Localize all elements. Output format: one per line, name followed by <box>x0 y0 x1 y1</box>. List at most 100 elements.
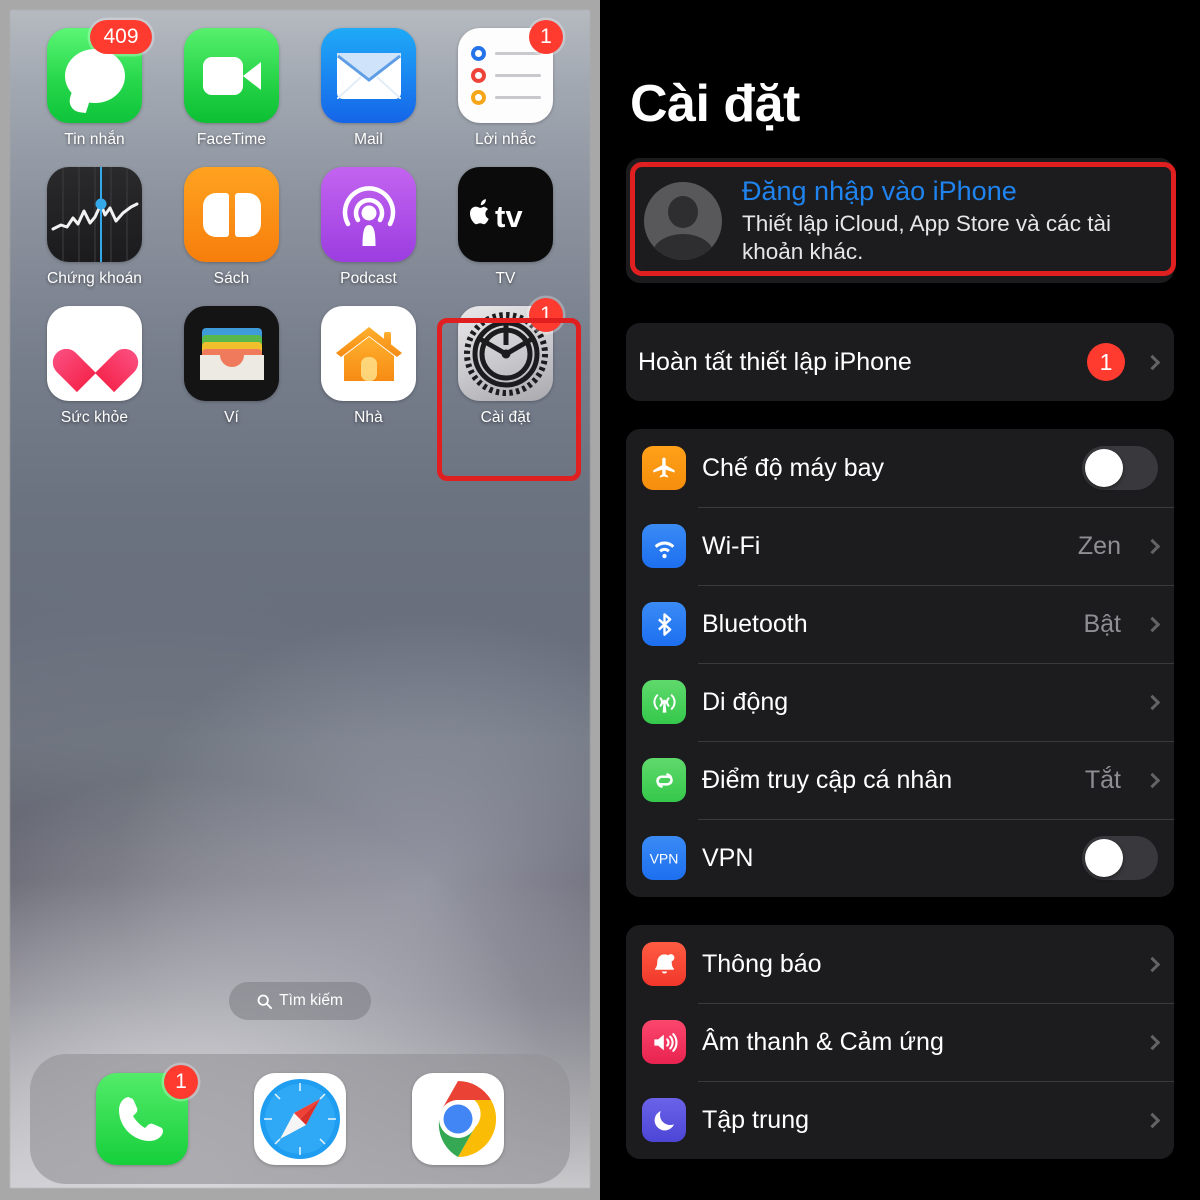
setup-group: Hoàn tất thiết lập iPhone 1 <box>626 323 1174 402</box>
compass-glyph <box>260 1079 340 1159</box>
app-vi[interactable]: Ví <box>163 306 300 427</box>
app-label: Tin nhắn <box>64 131 125 148</box>
open-book-glyph <box>202 192 261 237</box>
app-icon-wrap[interactable] <box>321 306 416 401</box>
app-mail[interactable]: Mail <box>300 28 437 149</box>
chevron-right-icon <box>1144 616 1161 632</box>
search-area: Tìm kiếm <box>10 982 590 1020</box>
row-value: Bật <box>1083 609 1121 638</box>
app-tin-nhan[interactable]: 409 Tin nhắn <box>26 20 163 149</box>
chrome-logo-glyph <box>420 1080 497 1158</box>
person-avatar-icon <box>644 181 722 260</box>
badge-count: 1 <box>164 1065 198 1099</box>
app-icon-wrap[interactable] <box>254 1073 346 1165</box>
row-label: VPN <box>702 843 754 872</box>
app-label: Mail <box>354 131 383 148</box>
notifications-group: Thông báo Âm thanh & Cảm ứng Tập trung <box>626 925 1174 1160</box>
app-icon-wrap[interactable]: 409 <box>47 20 152 123</box>
app-icon-wrap[interactable] <box>321 28 416 123</box>
bluetooth-icon <box>642 602 686 647</box>
app-suc-khoe[interactable]: Sức khỏe <box>26 306 163 427</box>
app-icon-wrap[interactable]: 1 <box>96 1065 198 1165</box>
sign-in-subtitle: Thiết lập iCloud, App Store và các tài k… <box>742 211 1111 264</box>
app-icon-wrap[interactable]: 1 <box>458 20 563 123</box>
moon-icon <box>642 1098 686 1143</box>
app-icon-wrap[interactable] <box>47 306 142 401</box>
facetime-icon[interactable] <box>184 28 279 123</box>
search-icon <box>257 994 273 1009</box>
health-icon[interactable] <box>47 306 142 401</box>
speaker-icon <box>642 1020 686 1065</box>
row-hoan-tat-thiet-lap[interactable]: Hoàn tất thiết lập iPhone 1 <box>626 323 1174 401</box>
stocks-icon[interactable] <box>47 167 142 262</box>
app-label: Chứng khoán <box>46 270 143 287</box>
row-label: Tập trung <box>702 1105 810 1134</box>
dock-app-chrome[interactable] <box>412 1073 504 1165</box>
row-tap-trung[interactable]: Tập trung <box>626 1081 1174 1159</box>
app-icon-wrap[interactable] <box>184 306 279 401</box>
house-glyph <box>335 326 402 381</box>
app-icon-wrap[interactable] <box>184 28 279 123</box>
row-bluetooth[interactable]: Bluetooth Bật <box>626 585 1174 663</box>
badge-count: 409 <box>90 20 152 54</box>
row-wifi[interactable]: Wi-Fi Zen <box>626 507 1174 585</box>
app-icon-wrap[interactable] <box>412 1073 504 1165</box>
app-label: Sức khỏe <box>60 409 129 426</box>
chevron-right-icon <box>1144 956 1161 972</box>
app-icon-wrap[interactable]: 1 <box>458 298 563 401</box>
row-diem-truy-cap-ca-nhan[interactable]: Điểm truy cập cá nhân Tắt <box>626 741 1174 819</box>
handset-glyph <box>119 1097 163 1141</box>
home-icon[interactable] <box>321 306 416 401</box>
stock-chart-glyph <box>51 167 139 262</box>
row-label: Wi-Fi <box>702 531 761 560</box>
app-icon-wrap[interactable] <box>321 167 416 262</box>
speech-bubble-glyph <box>64 48 125 103</box>
appletv-icon[interactable]: tv <box>458 167 553 262</box>
row-thong-bao[interactable]: Thông báo <box>626 925 1174 1003</box>
airplane-mode-toggle[interactable] <box>1082 446 1158 491</box>
app-podcast[interactable]: Podcast <box>300 167 437 288</box>
row-vpn[interactable]: VPN VPN <box>626 819 1174 897</box>
app-chung-khoan[interactable]: Chứng khoán <box>26 167 163 288</box>
cellular-icon <box>642 680 686 725</box>
podcast-antenna-glyph <box>342 185 395 246</box>
apple-tv-wordmark-glyph: tv <box>469 199 523 233</box>
books-icon[interactable] <box>184 167 279 262</box>
wallet-icon[interactable] <box>184 306 279 401</box>
chevron-right-icon <box>1144 354 1161 370</box>
app-loi-nhac[interactable]: 1 Lời nhắc <box>437 20 574 149</box>
sign-in-text: Đăng nhập vào iPhone Thiết lập iCloud, A… <box>742 176 1156 265</box>
chrome-icon[interactable] <box>412 1073 504 1165</box>
row-am-thanh-cam-ung[interactable]: Âm thanh & Cảm ứng <box>626 1003 1174 1081</box>
row-che-do-may-bay[interactable]: Chế độ máy bay <box>626 429 1174 507</box>
chevron-right-icon <box>1144 1112 1161 1128</box>
svg-text:VPN: VPN <box>650 851 679 867</box>
search-button[interactable]: Tìm kiếm <box>229 982 371 1020</box>
app-nha[interactable]: Nhà <box>300 306 437 427</box>
app-icon-wrap[interactable] <box>184 167 279 262</box>
dock-app-safari[interactable] <box>254 1073 346 1165</box>
wifi-icon <box>642 524 686 569</box>
row-label: Di động <box>702 687 789 716</box>
safari-icon[interactable] <box>254 1073 346 1165</box>
heart-glyph <box>69 331 121 377</box>
podcasts-icon[interactable] <box>321 167 416 262</box>
app-facetime[interactable]: FaceTime <box>163 28 300 149</box>
settings-app-screen: Cài đặt Đăng nhập vào iPhone Thiết lập i… <box>600 0 1200 1200</box>
row-di-dong[interactable]: Di động <box>626 663 1174 741</box>
app-label: Cài đặt <box>480 409 531 426</box>
app-icon-wrap[interactable]: tv <box>458 167 553 262</box>
page-title: Cài đặt <box>630 75 800 133</box>
dock-app-dien-thoai[interactable]: 1 <box>96 1065 198 1165</box>
app-cai-dat[interactable]: 1 Cài đặt <box>437 298 574 427</box>
app-tv[interactable]: tv TV <box>437 167 574 288</box>
vpn-toggle[interactable] <box>1082 836 1158 881</box>
app-sach[interactable]: Sách <box>163 167 300 288</box>
app-icon-wrap[interactable] <box>47 167 142 262</box>
row-label: Thông báo <box>702 949 822 978</box>
sign-in-row[interactable]: Đăng nhập vào iPhone Thiết lập iCloud, A… <box>626 158 1174 284</box>
airplane-icon <box>642 446 686 491</box>
mail-icon[interactable] <box>321 28 416 123</box>
sign-in-title: Đăng nhập vào iPhone <box>742 176 1017 206</box>
row-label: Hoàn tất thiết lập iPhone <box>638 347 912 376</box>
